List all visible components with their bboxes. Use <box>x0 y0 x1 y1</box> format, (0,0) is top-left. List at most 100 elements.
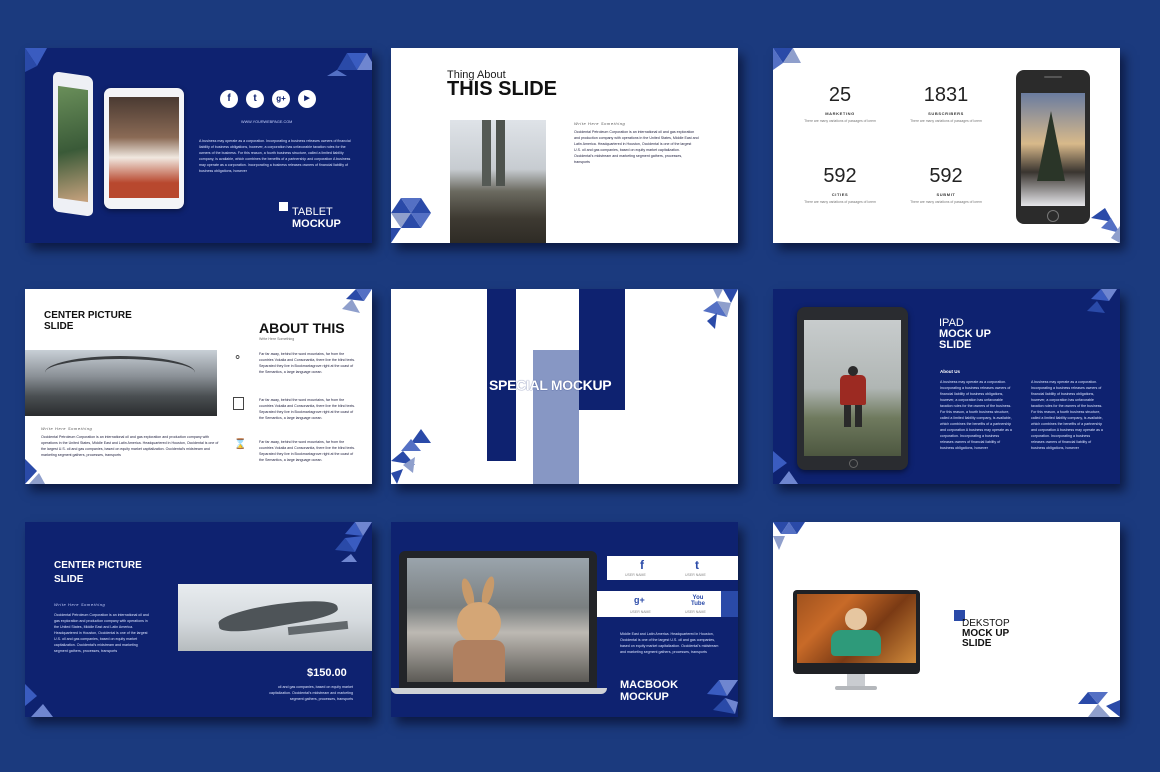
slide7-triangles-top <box>335 522 372 562</box>
slide8-title-2: MOCKUP <box>620 691 669 703</box>
stat-label: SUBSCRIBERS <box>928 111 964 116</box>
monitor-neck <box>847 674 865 686</box>
slide7-triangles-bottom <box>25 684 53 717</box>
twitter-user-name[interactable]: USER NAME <box>685 573 706 577</box>
slide8-body: Middle East and Latin America. Headquart… <box>620 632 719 654</box>
stat-desc: There are many variations of passages of… <box>910 119 982 123</box>
slide-this-slide[interactable]: Thing About THIS SLIDE Write Here Someth… <box>391 48 738 243</box>
slide9-title-3: SLIDE <box>962 638 992 649</box>
bunny-photo <box>407 558 589 682</box>
slide-macbook-mockup[interactable]: f USER NAME t USER NAME g+ USER NAME You… <box>391 522 738 717</box>
slide6-title-3: SLIDE <box>939 339 972 351</box>
stat-cities: 592 CITIES There are many variations of … <box>795 165 885 205</box>
twitter-icon[interactable]: t <box>246 90 264 108</box>
stat-marketing: 25 MARKETING There are many variations o… <box>795 84 885 124</box>
slide6-triangles-top <box>1087 289 1117 313</box>
slide1-title-2: MOCKUP <box>292 218 341 230</box>
slide-about-this[interactable]: CENTER PICTURE SLIDE Write Here Somethin… <box>25 289 372 484</box>
stat-number: 25 <box>828 84 852 106</box>
slide5-triangles-top <box>703 289 738 329</box>
google-plus-icon[interactable]: g+ <box>634 595 645 605</box>
stat-number: 592 <box>823 165 857 187</box>
woman-photo <box>58 85 88 203</box>
website-url[interactable]: WWW.YOURWEBPAGE.COM <box>241 120 292 124</box>
stat-submit: 592 SUBMIT There are many variations of … <box>901 165 991 205</box>
ipad-mockup <box>797 307 908 470</box>
white-square <box>279 202 288 211</box>
monitor-stand <box>835 686 877 690</box>
share-icon: ⚬ <box>233 352 243 364</box>
station-photo <box>25 350 217 416</box>
slide7-subtitle: Write Here Something <box>54 602 106 607</box>
about-item-2: Far far away, behind the word mountains,… <box>259 398 356 420</box>
youtube-icon[interactable]: You Tube <box>687 595 709 607</box>
standing-photo <box>450 120 546 243</box>
stat-desc: There are many variations of passages of… <box>804 200 876 204</box>
leaves-photo <box>797 594 916 663</box>
tablet-right <box>104 88 184 209</box>
stat-number: 1831 <box>923 84 969 106</box>
slide4-title-2: SLIDE <box>44 321 74 332</box>
slide7-price-note: oil and gas companies, based on equity m… <box>269 685 353 701</box>
slide4-subtitle: Write Here Something <box>41 426 93 431</box>
bar-middle <box>533 350 579 484</box>
slide7-body: Occidental Petroleum Corporation is an i… <box>54 613 149 653</box>
facebook-icon[interactable]: f <box>636 558 648 572</box>
about-item-3: Far far away, behind the word mountains,… <box>259 440 356 462</box>
hourglass-icon: ⌛ <box>234 439 247 450</box>
slide8-triangles-bottom <box>707 680 738 714</box>
slide6-about: About Us <box>940 369 960 374</box>
slide7-price: $150.00 <box>307 667 347 679</box>
phone-mockup <box>1016 70 1090 224</box>
slide-desktop-mockup[interactable]: DEKSTOP MOCK UP SLIDE <box>773 522 1120 717</box>
stat-label: MARKETING <box>825 111 855 116</box>
stat-number: 592 <box>929 165 963 187</box>
slide7-title-1: CENTER PICTURE <box>54 560 142 571</box>
slide4-title-1: CENTER PICTURE <box>44 310 132 321</box>
about-item-1: Far far away, behind the word mountains,… <box>259 352 356 374</box>
slide-ipad-mockup[interactable]: IPAD MOCK UP SLIDE About Us A business m… <box>773 289 1120 484</box>
slide2-triangles <box>391 198 431 243</box>
facebook-icon[interactable]: f <box>220 90 238 108</box>
google-user-name[interactable]: USER NAME <box>630 610 651 614</box>
macbook-mockup <box>399 551 597 688</box>
facebook-user-name[interactable]: USER NAME <box>625 573 646 577</box>
slide2-title: THIS SLIDE <box>447 78 558 100</box>
slide6-col-2: A business may operate as a corporation.… <box>1031 380 1103 450</box>
slide4-triangles-bottom <box>25 459 45 484</box>
stat-label: CITIES <box>831 192 849 197</box>
slide4-triangles-top <box>342 289 372 313</box>
slide4-heading-sub: Write Here Something <box>259 337 295 341</box>
bar-left <box>487 289 516 461</box>
google-plus-icon[interactable]: g+ <box>272 90 290 108</box>
slide6-triangles-bottom <box>773 451 798 484</box>
slide1-title-1: TABLET <box>292 206 333 218</box>
book-icon <box>233 397 244 410</box>
stat-subscribers: 1831 SUBSCRIBERS There are many variatio… <box>901 84 991 124</box>
slide8-title-1: MACBOOK <box>620 679 679 691</box>
stat-desc: There are many variations of passages of… <box>804 119 876 123</box>
slide-center-picture-price[interactable]: CENTER PICTURE SLIDE Write Here Somethin… <box>25 522 372 717</box>
slide-tablet-mockup[interactable]: f t g+ ▶ WWW.YOURWEBPAGE.COM A business … <box>25 48 372 243</box>
slide-special-mockup[interactable]: SPECIAL MOCKUP <box>391 289 738 484</box>
presentation-preview: { "colors": {"background": "#1b3a7e", "n… <box>0 0 1160 772</box>
tablet-left <box>53 71 93 217</box>
social-strip-accent <box>721 591 738 617</box>
slide9-triangles-bottom <box>1078 692 1120 717</box>
youtube-user-name[interactable]: USER NAME <box>685 610 706 614</box>
man-photo <box>804 320 901 456</box>
twitter-icon[interactable]: t <box>691 558 703 572</box>
slide5-title: SPECIAL MOCKUP <box>489 377 612 393</box>
youtube-icon[interactable]: ▶ <box>298 90 316 108</box>
slide3-triangles-bottom <box>1091 208 1120 243</box>
slide5-triangles-bottom <box>391 429 431 484</box>
macbook-base <box>391 688 607 694</box>
slide3-triangles-top <box>773 48 801 70</box>
girl-photo <box>109 97 179 198</box>
slide2-body: Occidental Petroleum Corporation is an i… <box>574 130 699 164</box>
slide-stats[interactable]: 25 MARKETING There are many variations o… <box>773 48 1120 243</box>
tree-photo <box>1021 93 1085 206</box>
slide9-triangles-top <box>773 522 805 550</box>
stat-label: SUBMIT <box>936 192 956 197</box>
slide7-title-2: SLIDE <box>54 574 84 585</box>
